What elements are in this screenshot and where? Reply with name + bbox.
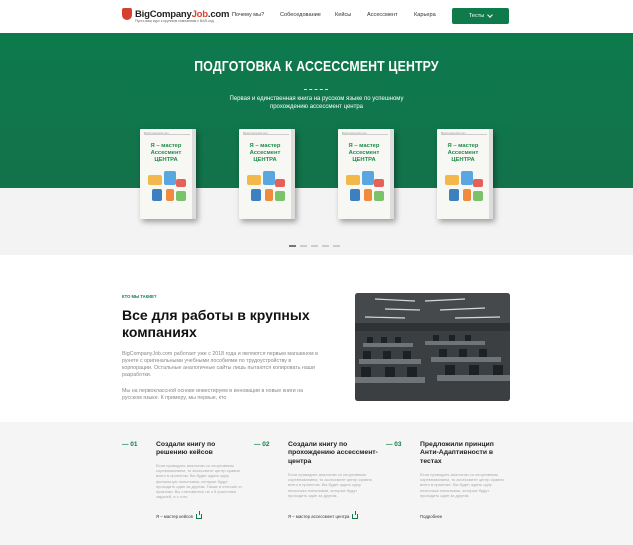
book-illustration [443,169,487,205]
carousel-dot-active[interactable] [289,245,296,247]
site-header: BigCompanyJob.com Пусть ваш курс к крупн… [0,0,633,33]
carousel-dot[interactable] [300,245,307,247]
hero-subtitle: Первая и единственная книга на русском я… [229,96,404,110]
nav-cases[interactable]: Кейсы [335,12,351,18]
office-photo-illustration [355,293,510,401]
tests-dropdown-button[interactable]: Тесты [452,8,509,24]
logo-icon [122,8,132,20]
carousel-pagination [289,245,340,247]
book-brand: BigCompanyJob.com [441,132,487,135]
book-brand: BigCompanyJob.com [342,132,388,135]
download-icon [195,511,202,519]
page: BigCompanyJob.com Пусть ваш курс к крупн… [0,0,633,545]
nav-assessment[interactable]: Ассессмент [367,12,398,18]
nav-why-us[interactable]: Почему мы? [232,12,264,18]
hero-divider [304,85,328,90]
feature-text: Если проводить аналогию со спортивным со… [156,463,243,500]
feature-more-link[interactable]: Подробнее [420,514,442,519]
book-cover[interactable]: BigCompanyJob.com Я – мастер Ассесмент Ц… [140,129,196,219]
book-title: Я – мастер Ассесмент ЦЕНТРА [348,143,380,163]
feature-text: Если проводить аналогию со спортивным со… [420,472,504,498]
tests-button-label: Тесты [468,13,485,19]
carousel-dot[interactable] [333,245,340,247]
book-title: Я – мастер Ассесмент ЦЕНТРА [447,143,479,163]
feature-download-link[interactable]: Я – мастер кейсов [156,511,202,519]
about-paragraph: BigCompanyJob.com работает уже с 2018 го… [122,351,318,378]
feature-number: — 03 [386,441,402,448]
feature-text: Если проводить аналогию со спортивным со… [288,472,372,498]
book-cover[interactable]: BigCompanyJob.com Я – мастер Ассесмент Ц… [437,129,493,219]
carousel-dot[interactable] [311,245,318,247]
book-illustration [245,169,289,205]
feature-title: Создали книгу по решению кейсов [156,441,216,457]
about-paragraph: Мы на первоклассной основе инвестируем в… [122,388,304,401]
nav-career[interactable]: Карьера [414,12,436,18]
hero-title: ПОДГОТОВКА К АССЕССМЕНТ ЦЕНТРУ [194,58,439,75]
feature-link-label: Я – мастер кейсов [156,514,193,519]
feature-link-label: Подробнее [420,514,443,519]
logo-tagline: Пусть ваш курс к крупным компаниям с BAR… [135,19,214,23]
book-illustration [146,169,190,205]
book-brand: BigCompanyJob.com [243,132,289,135]
logo-text: BigCompanyJob.com [135,8,230,20]
feature-link-label: Я – мастер ассессмент центра [288,514,350,519]
chevron-down-icon [487,12,494,18]
download-icon [352,511,359,519]
office-photo [355,293,510,401]
book-cover[interactable]: BigCompanyJob.com Я – мастер Ассесмент Ц… [338,129,394,219]
feature-title: Предложили принцип Анти-Адаптивности в т… [420,441,494,465]
feature-number: — 01 [122,441,138,448]
book-title: Я – мастер Ассесмент ЦЕНТРА [249,143,281,163]
feature-download-link[interactable]: Я – мастер ассессмент центра [288,511,359,519]
feature-number: — 02 [254,441,270,448]
feature-title: Создали книгу по прохождению ассессмент-… [288,441,378,465]
about-title: Все для работы в крупных компаниях [122,307,310,340]
about-kicker: КТО МЫ ТАКИЕ? [122,294,157,299]
book-cover[interactable]: BigCompanyJob.com Я – мастер Ассесмент Ц… [239,129,295,219]
book-brand: BigCompanyJob.com [144,132,190,135]
carousel-dot[interactable] [322,245,329,247]
book-illustration [344,169,388,205]
nav-interview[interactable]: Собеседование [280,12,321,18]
book-title: Я – мастер Ассесмент ЦЕНТРА [150,143,182,163]
